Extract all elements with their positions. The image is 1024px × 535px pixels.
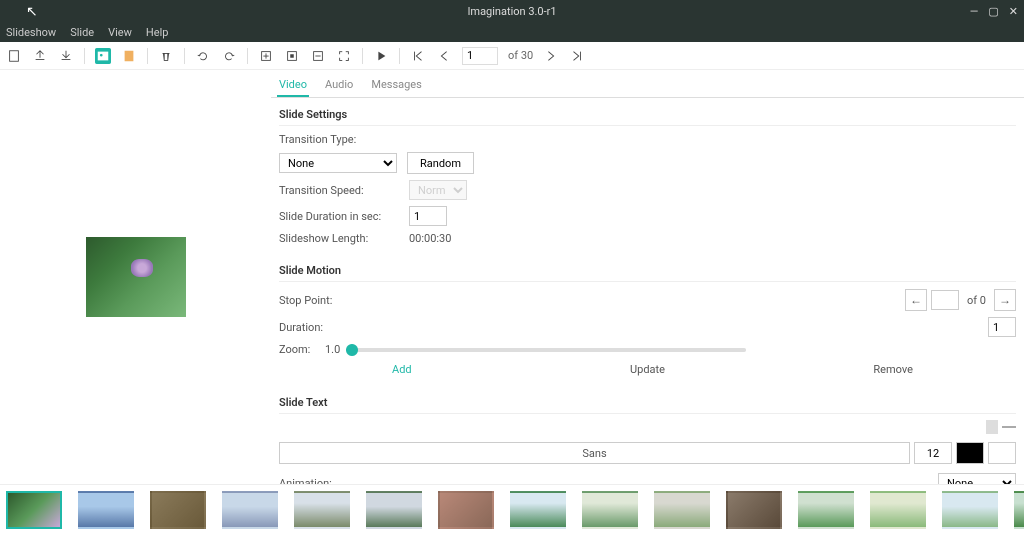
- transition-type-label: Transition Type:: [279, 133, 409, 146]
- thumbnail[interactable]: [1014, 491, 1024, 529]
- thumbnail[interactable]: [78, 491, 134, 529]
- transition-type-select[interactable]: None: [279, 153, 397, 173]
- zoom-fit-icon[interactable]: [284, 48, 300, 64]
- last-icon[interactable]: [569, 48, 585, 64]
- first-icon[interactable]: [410, 48, 426, 64]
- zoom-slider[interactable]: [346, 348, 746, 352]
- rotate-ccw-icon[interactable]: [195, 48, 211, 64]
- new-icon[interactable]: [6, 48, 22, 64]
- menu-slideshow[interactable]: Slideshow: [6, 26, 56, 39]
- save-icon[interactable]: [58, 48, 74, 64]
- zoom-in-icon[interactable]: [258, 48, 274, 64]
- thumbnail[interactable]: [438, 491, 494, 529]
- rotate-cw-icon[interactable]: [221, 48, 237, 64]
- transition-speed-select: Normal: [409, 180, 467, 200]
- motion-remove-button[interactable]: Remove: [770, 363, 1016, 376]
- minimize-icon[interactable]: —: [970, 5, 979, 18]
- thumbnail[interactable]: [222, 491, 278, 529]
- close-icon[interactable]: ✕: [1009, 5, 1018, 18]
- animation-label: Animation:: [279, 477, 409, 485]
- stop-of-label: of 0: [963, 294, 990, 307]
- thumbnail[interactable]: [726, 491, 782, 529]
- prev-icon[interactable]: [436, 48, 452, 64]
- play-icon[interactable]: [373, 48, 389, 64]
- stop-prev-icon[interactable]: ←: [905, 289, 927, 311]
- slide-text-title: Slide Text: [279, 392, 1016, 414]
- next-icon[interactable]: [543, 48, 559, 64]
- menu-slide[interactable]: Slide: [70, 26, 94, 39]
- stop-point-input[interactable]: [931, 290, 959, 310]
- import-image-icon[interactable]: [95, 48, 111, 64]
- page-input[interactable]: [462, 47, 498, 65]
- thumbnail[interactable]: [870, 491, 926, 529]
- thumbnail[interactable]: [942, 491, 998, 529]
- tab-messages[interactable]: Messages: [369, 74, 423, 97]
- menu-view[interactable]: View: [108, 26, 132, 39]
- menu-bar: Slideshow Slide View Help: [0, 22, 1024, 42]
- thumbnail[interactable]: [798, 491, 854, 529]
- slide-duration-stepper[interactable]: [409, 206, 447, 226]
- title-bar: Imagination 3.0-r1 — ▢ ✕ ↖: [0, 0, 1024, 22]
- stop-point-label: Stop Point:: [279, 294, 409, 307]
- thumbnail[interactable]: [366, 491, 422, 529]
- slide-motion-title: Slide Motion: [279, 260, 1016, 282]
- preview-image: [86, 237, 186, 317]
- slideshow-length-label: Slideshow Length:: [279, 232, 409, 245]
- motion-update-button[interactable]: Update: [525, 363, 771, 376]
- tab-bar: Video Audio Messages: [271, 70, 1024, 98]
- fullscreen-icon[interactable]: [336, 48, 352, 64]
- zoom-label: Zoom:: [279, 343, 319, 356]
- random-button[interactable]: Random: [407, 152, 474, 174]
- thumbnail[interactable]: [510, 491, 566, 529]
- font-select[interactable]: Sans: [279, 442, 910, 464]
- slide-duration-label: Slide Duration in sec:: [279, 210, 409, 223]
- thumbnail[interactable]: [654, 491, 710, 529]
- font-size-input[interactable]: [914, 442, 952, 464]
- bold-icon: [986, 420, 998, 434]
- app-title: Imagination 3.0-r1: [467, 5, 556, 18]
- slide-settings-title: Slide Settings: [279, 104, 1016, 126]
- text-color-picker[interactable]: [956, 442, 984, 464]
- transition-speed-label: Transition Speed:: [279, 184, 409, 197]
- zoom-value: 1.0: [325, 343, 340, 356]
- motion-add-button[interactable]: Add: [279, 363, 525, 376]
- toolbar: of 30: [0, 42, 1024, 70]
- animation-select[interactable]: None: [938, 473, 1016, 484]
- import-audio-icon[interactable]: [121, 48, 137, 64]
- maximize-icon[interactable]: ▢: [988, 5, 998, 18]
- thumbnail[interactable]: [294, 491, 350, 529]
- page-of-label: of 30: [508, 49, 533, 62]
- zoom-out-icon[interactable]: [310, 48, 326, 64]
- slideshow-length-value: 00:00:30: [409, 232, 451, 245]
- open-icon[interactable]: [32, 48, 48, 64]
- italic-icon: [1002, 426, 1016, 428]
- stop-next-icon[interactable]: →: [994, 289, 1016, 311]
- bg-color-picker[interactable]: [988, 442, 1016, 464]
- delete-icon[interactable]: [158, 48, 174, 64]
- thumbnail[interactable]: [6, 491, 62, 529]
- motion-duration-label: Duration:: [279, 321, 409, 334]
- thumbnail[interactable]: [582, 491, 638, 529]
- preview-pane: [0, 70, 271, 484]
- tab-video[interactable]: Video: [277, 74, 309, 97]
- thumbnail[interactable]: [150, 491, 206, 529]
- tab-audio[interactable]: Audio: [323, 74, 355, 97]
- menu-help[interactable]: Help: [146, 26, 169, 39]
- thumbnail-strip: [0, 484, 1024, 535]
- cursor-icon: ↖: [26, 4, 38, 20]
- motion-duration-stepper[interactable]: [988, 317, 1016, 337]
